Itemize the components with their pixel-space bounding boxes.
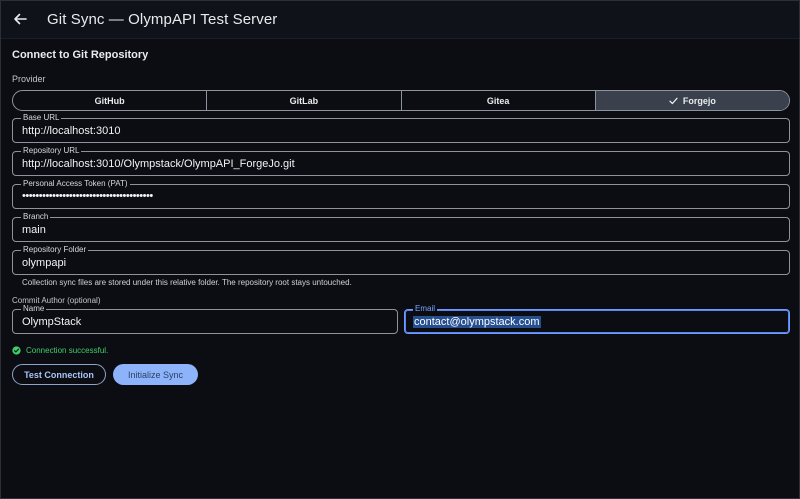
check-circle-icon xyxy=(12,346,21,355)
provider-option-label: GitHub xyxy=(94,95,125,106)
test-connection-button[interactable]: Test Connection xyxy=(12,364,106,385)
provider-option-github[interactable]: GitHub xyxy=(13,91,208,110)
author-name-field[interactable]: Name OlympStack xyxy=(12,304,398,334)
pat-value: ••••••••••••••••••••••••••••••••••••••• xyxy=(22,190,153,202)
connection-status: Connection successful. xyxy=(12,346,108,355)
repository-url-label: Repository URL xyxy=(21,146,82,156)
pat-label: Personal Access Token (PAT) xyxy=(21,179,130,189)
app-window: Git Sync — OlympAPI Test Server Connect … xyxy=(0,0,800,499)
provider-option-forgejo[interactable]: Forgejo xyxy=(595,91,789,110)
arrow-left-icon xyxy=(14,13,27,25)
back-button[interactable] xyxy=(9,8,31,30)
branch-value: main xyxy=(22,224,46,236)
base-url-field[interactable]: Base URL http://localhost:3010 xyxy=(12,113,790,143)
provider-label: Provider xyxy=(12,74,46,84)
repository-url-value: http://localhost:3010/Olympstack/OlympAP… xyxy=(22,158,295,170)
branch-field[interactable]: Branch main xyxy=(12,212,790,242)
repository-folder-value: olympapi xyxy=(22,257,67,269)
provider-option-label: Gitea xyxy=(486,95,510,106)
window-title: Git Sync — OlympAPI Test Server xyxy=(47,11,278,28)
connection-status-text: Connection successful. xyxy=(26,346,109,355)
title-bar: Git Sync — OlympAPI Test Server xyxy=(1,1,799,39)
initialize-sync-button[interactable]: Initialize Sync xyxy=(113,364,198,385)
check-icon xyxy=(669,97,678,105)
repository-folder-field[interactable]: Repository Folder olympapi xyxy=(12,245,790,275)
pat-field[interactable]: Personal Access Token (PAT) ••••••••••••… xyxy=(12,179,790,209)
base-url-value: http://localhost:3010 xyxy=(22,125,121,137)
repository-url-field[interactable]: Repository URL http://localhost:3010/Oly… xyxy=(12,146,790,176)
provider-segmented-control: GitHub GitLab Gitea Forgejo xyxy=(12,90,790,111)
section-title: Connect to Git Repository xyxy=(12,49,149,61)
folder-helper-text: Collection sync files are stored under t… xyxy=(22,278,352,287)
provider-option-gitea[interactable]: Gitea xyxy=(402,91,596,110)
author-email-field[interactable]: Email contact@olympstack.com xyxy=(404,304,790,334)
author-email-value: contact@olympstack.com xyxy=(413,316,541,328)
repository-folder-label: Repository Folder xyxy=(21,245,89,255)
base-url-label: Base URL xyxy=(21,113,62,123)
provider-option-label: Forgejo xyxy=(682,95,716,106)
author-name-label: Name xyxy=(21,304,47,314)
author-email-label: Email xyxy=(413,304,438,314)
selected-text: contact@olympstack.com xyxy=(413,316,541,328)
branch-label: Branch xyxy=(21,212,51,222)
author-name-value: OlympStack xyxy=(22,316,82,328)
provider-option-gitlab[interactable]: GitLab xyxy=(207,91,402,110)
provider-option-label: GitLab xyxy=(289,95,319,106)
